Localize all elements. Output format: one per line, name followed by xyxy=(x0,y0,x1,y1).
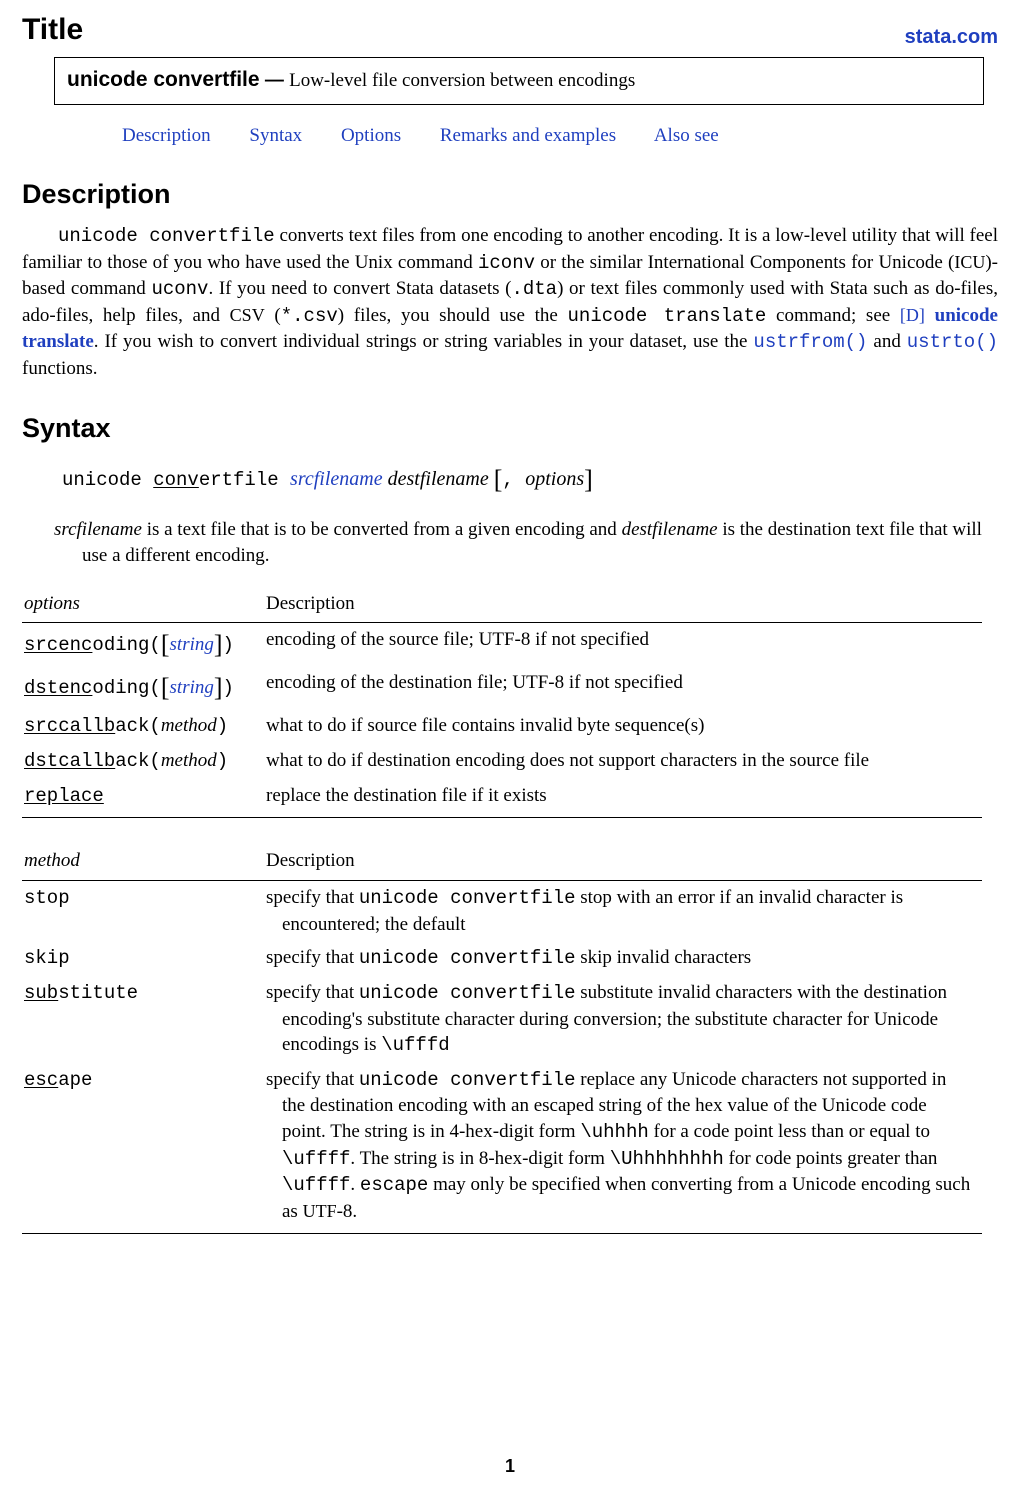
option-desc: encoding of the source file; UTF-8 if no… xyxy=(264,623,982,667)
ustrto-link[interactable]: ustrto() xyxy=(907,331,998,353)
method-desc: specify that unicode convertfile skip in… xyxy=(264,941,982,976)
method-desc: specify that unicode convertfile replace… xyxy=(264,1063,982,1233)
string-arg-link[interactable]: string xyxy=(170,677,214,698)
table-row: srccallback(method) what to do if source… xyxy=(22,709,982,744)
table-row: escape specify that unicode convertfile … xyxy=(22,1063,982,1233)
brand-link[interactable]: stata.com xyxy=(905,24,998,51)
page: Title stata.com unicode convertfile — Lo… xyxy=(0,0,1020,1492)
table-header-row: method Description xyxy=(22,844,982,880)
syntax-heading: Syntax xyxy=(22,410,998,446)
table-row: replace replace the destination file if … xyxy=(22,779,982,818)
toc-syntax-link[interactable]: Syntax xyxy=(249,125,302,146)
table-row: substitute specify that unicode convertf… xyxy=(22,976,982,1063)
bracket-close: ] xyxy=(584,465,593,494)
description-paragraph: unicode convertfile converts text files … xyxy=(22,223,998,382)
page-number: 1 xyxy=(0,1454,1020,1478)
option-desc: replace the destination file if it exist… xyxy=(264,779,982,818)
header-description: Description xyxy=(264,587,982,623)
method-desc: specify that unicode convertfile stop wi… xyxy=(264,880,982,941)
inline-code: unicode translate xyxy=(568,305,767,327)
syntax-line: unicode convertfile srcfilename destfile… xyxy=(62,462,998,497)
option-desc: what to do if source file contains inval… xyxy=(264,709,982,744)
header-method: method xyxy=(22,844,264,880)
method-desc: specify that unicode convertfile substit… xyxy=(264,976,982,1063)
option-desc: what to do if destination encoding does … xyxy=(264,744,982,779)
toc-options-link[interactable]: Options xyxy=(341,125,401,146)
smallcaps: CSV xyxy=(230,305,265,325)
table-row: srcencoding([string]) encoding of the so… xyxy=(22,623,982,667)
description-heading: Description xyxy=(22,176,998,212)
inline-code: unicode convertfile xyxy=(58,225,275,247)
smallcaps: ICU xyxy=(954,252,985,272)
table-row: skip specify that unicode convertfile sk… xyxy=(22,941,982,976)
header-options: options xyxy=(22,587,264,623)
string-arg-link[interactable]: string xyxy=(170,634,214,655)
toc-nav: Description Syntax Options Remarks and e… xyxy=(122,123,998,149)
table-row: dstcallback(method) what to do if destin… xyxy=(22,744,982,779)
toc-remarks-link[interactable]: Remarks and examples xyxy=(440,125,616,146)
page-title: Title xyxy=(22,10,83,51)
inline-code: *.csv xyxy=(281,305,338,327)
toc-description-link[interactable]: Description xyxy=(122,125,211,146)
toc-alsosee-link[interactable]: Also see xyxy=(654,125,719,146)
inline-code: .dta xyxy=(511,278,557,300)
table-row: dstencoding([string]) encoding of the de… xyxy=(22,666,982,709)
srcfilename-arg[interactable]: srcfilename xyxy=(290,468,383,490)
title-row: Title stata.com xyxy=(22,10,998,51)
ustrfrom-link[interactable]: ustrfrom() xyxy=(753,331,867,353)
manual-ref-link[interactable]: [D] xyxy=(900,305,925,325)
command-title-box: unicode convertfile — Low-level file con… xyxy=(54,57,984,105)
options-table: options Description srcencoding([string]… xyxy=(22,587,982,819)
method-table: method Description stop specify that uni… xyxy=(22,844,982,1233)
command-name: unicode convertfile xyxy=(67,68,260,91)
header-description: Description xyxy=(264,844,982,880)
option-desc: encoding of the destination file; UTF-8 … xyxy=(264,666,982,709)
command-subtitle: Low-level file conversion between encodi… xyxy=(289,70,635,91)
inline-code: uconv xyxy=(151,278,208,300)
table-row: stop specify that unicode convertfile st… xyxy=(22,880,982,941)
table-header-row: options Description xyxy=(22,587,982,623)
title-dash: — xyxy=(260,70,290,91)
inline-code: iconv xyxy=(478,252,535,274)
syntax-note: srcfilename is a text file that is to be… xyxy=(54,517,998,568)
